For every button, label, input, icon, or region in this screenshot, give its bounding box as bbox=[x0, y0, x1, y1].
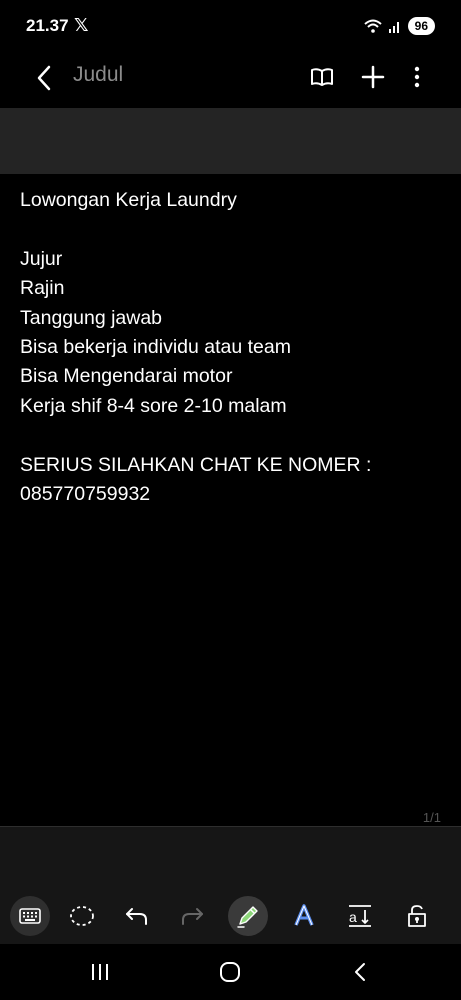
home-button[interactable] bbox=[210, 956, 250, 988]
note-line bbox=[20, 421, 440, 450]
note-line: Jujur bbox=[20, 247, 63, 270]
more-options-button[interactable] bbox=[401, 61, 433, 93]
nav-back-button[interactable] bbox=[340, 956, 380, 988]
status-bar: 21.37 𝕏 96 bbox=[0, 0, 461, 52]
add-button[interactable] bbox=[357, 61, 389, 93]
note-line: Tanggung jawab bbox=[20, 306, 163, 329]
app-bar: Judul bbox=[0, 52, 461, 108]
chevron-left-icon bbox=[37, 65, 51, 91]
lasso-icon bbox=[70, 906, 94, 926]
battery-indicator: 96 bbox=[407, 17, 435, 35]
recents-icon bbox=[92, 964, 108, 980]
undo-button[interactable] bbox=[117, 896, 157, 936]
wifi-icon bbox=[363, 19, 382, 33]
bottom-area bbox=[0, 827, 461, 890]
text-style-icon bbox=[294, 904, 314, 926]
page-indicator: 1/1 bbox=[422, 810, 441, 825]
note-line: Bisa bekerja individu atau team bbox=[20, 335, 291, 358]
signal-icon bbox=[388, 22, 399, 33]
pen-button[interactable] bbox=[228, 896, 268, 936]
pen-icon bbox=[237, 906, 258, 928]
svg-text:a: a bbox=[349, 909, 357, 925]
redo-button[interactable] bbox=[172, 896, 212, 936]
note-content[interactable]: Lowongan Kerja Laundry Jujur Rajin Tangg… bbox=[20, 186, 440, 509]
recents-button[interactable] bbox=[80, 956, 120, 988]
text-style-button[interactable] bbox=[284, 896, 324, 936]
keyboard-button[interactable] bbox=[10, 896, 50, 936]
system-nav-bar bbox=[0, 944, 461, 1000]
lock-button[interactable] bbox=[397, 896, 437, 936]
note-line: Kerja shif 8-4 sore 2-10 malam bbox=[20, 394, 287, 417]
x-logo-icon: 𝕏 bbox=[74, 15, 89, 35]
book-icon bbox=[311, 68, 333, 86]
redo-icon bbox=[182, 908, 203, 925]
pen-toolbar: a bbox=[0, 890, 461, 944]
note-line bbox=[20, 215, 440, 244]
status-time: 21.37 bbox=[26, 16, 69, 35]
text-size-button[interactable]: a bbox=[340, 896, 380, 936]
back-icon bbox=[355, 963, 365, 981]
lasso-button[interactable] bbox=[62, 896, 102, 936]
lock-icon bbox=[408, 905, 426, 927]
status-icons: 96 bbox=[363, 17, 435, 35]
note-line: Lowongan Kerja Laundry bbox=[20, 189, 237, 211]
plus-icon bbox=[361, 65, 385, 89]
back-button[interactable] bbox=[28, 62, 60, 94]
note-line: 085770759932 bbox=[20, 482, 151, 505]
home-icon bbox=[220, 962, 240, 982]
formatting-toolbar-area bbox=[0, 108, 461, 174]
note-line: Rajin bbox=[20, 277, 65, 300]
reading-mode-button[interactable] bbox=[306, 61, 338, 93]
more-vertical-icon bbox=[414, 66, 420, 88]
note-title[interactable]: Judul bbox=[73, 63, 123, 87]
note-line: Bisa Mengendarai motor bbox=[20, 365, 233, 388]
undo-icon bbox=[126, 908, 147, 925]
text-size-icon: a bbox=[349, 905, 371, 927]
note-line: SERIUS SILAHKAN CHAT KE NOMER : bbox=[20, 453, 372, 476]
keyboard-icon bbox=[19, 908, 41, 924]
